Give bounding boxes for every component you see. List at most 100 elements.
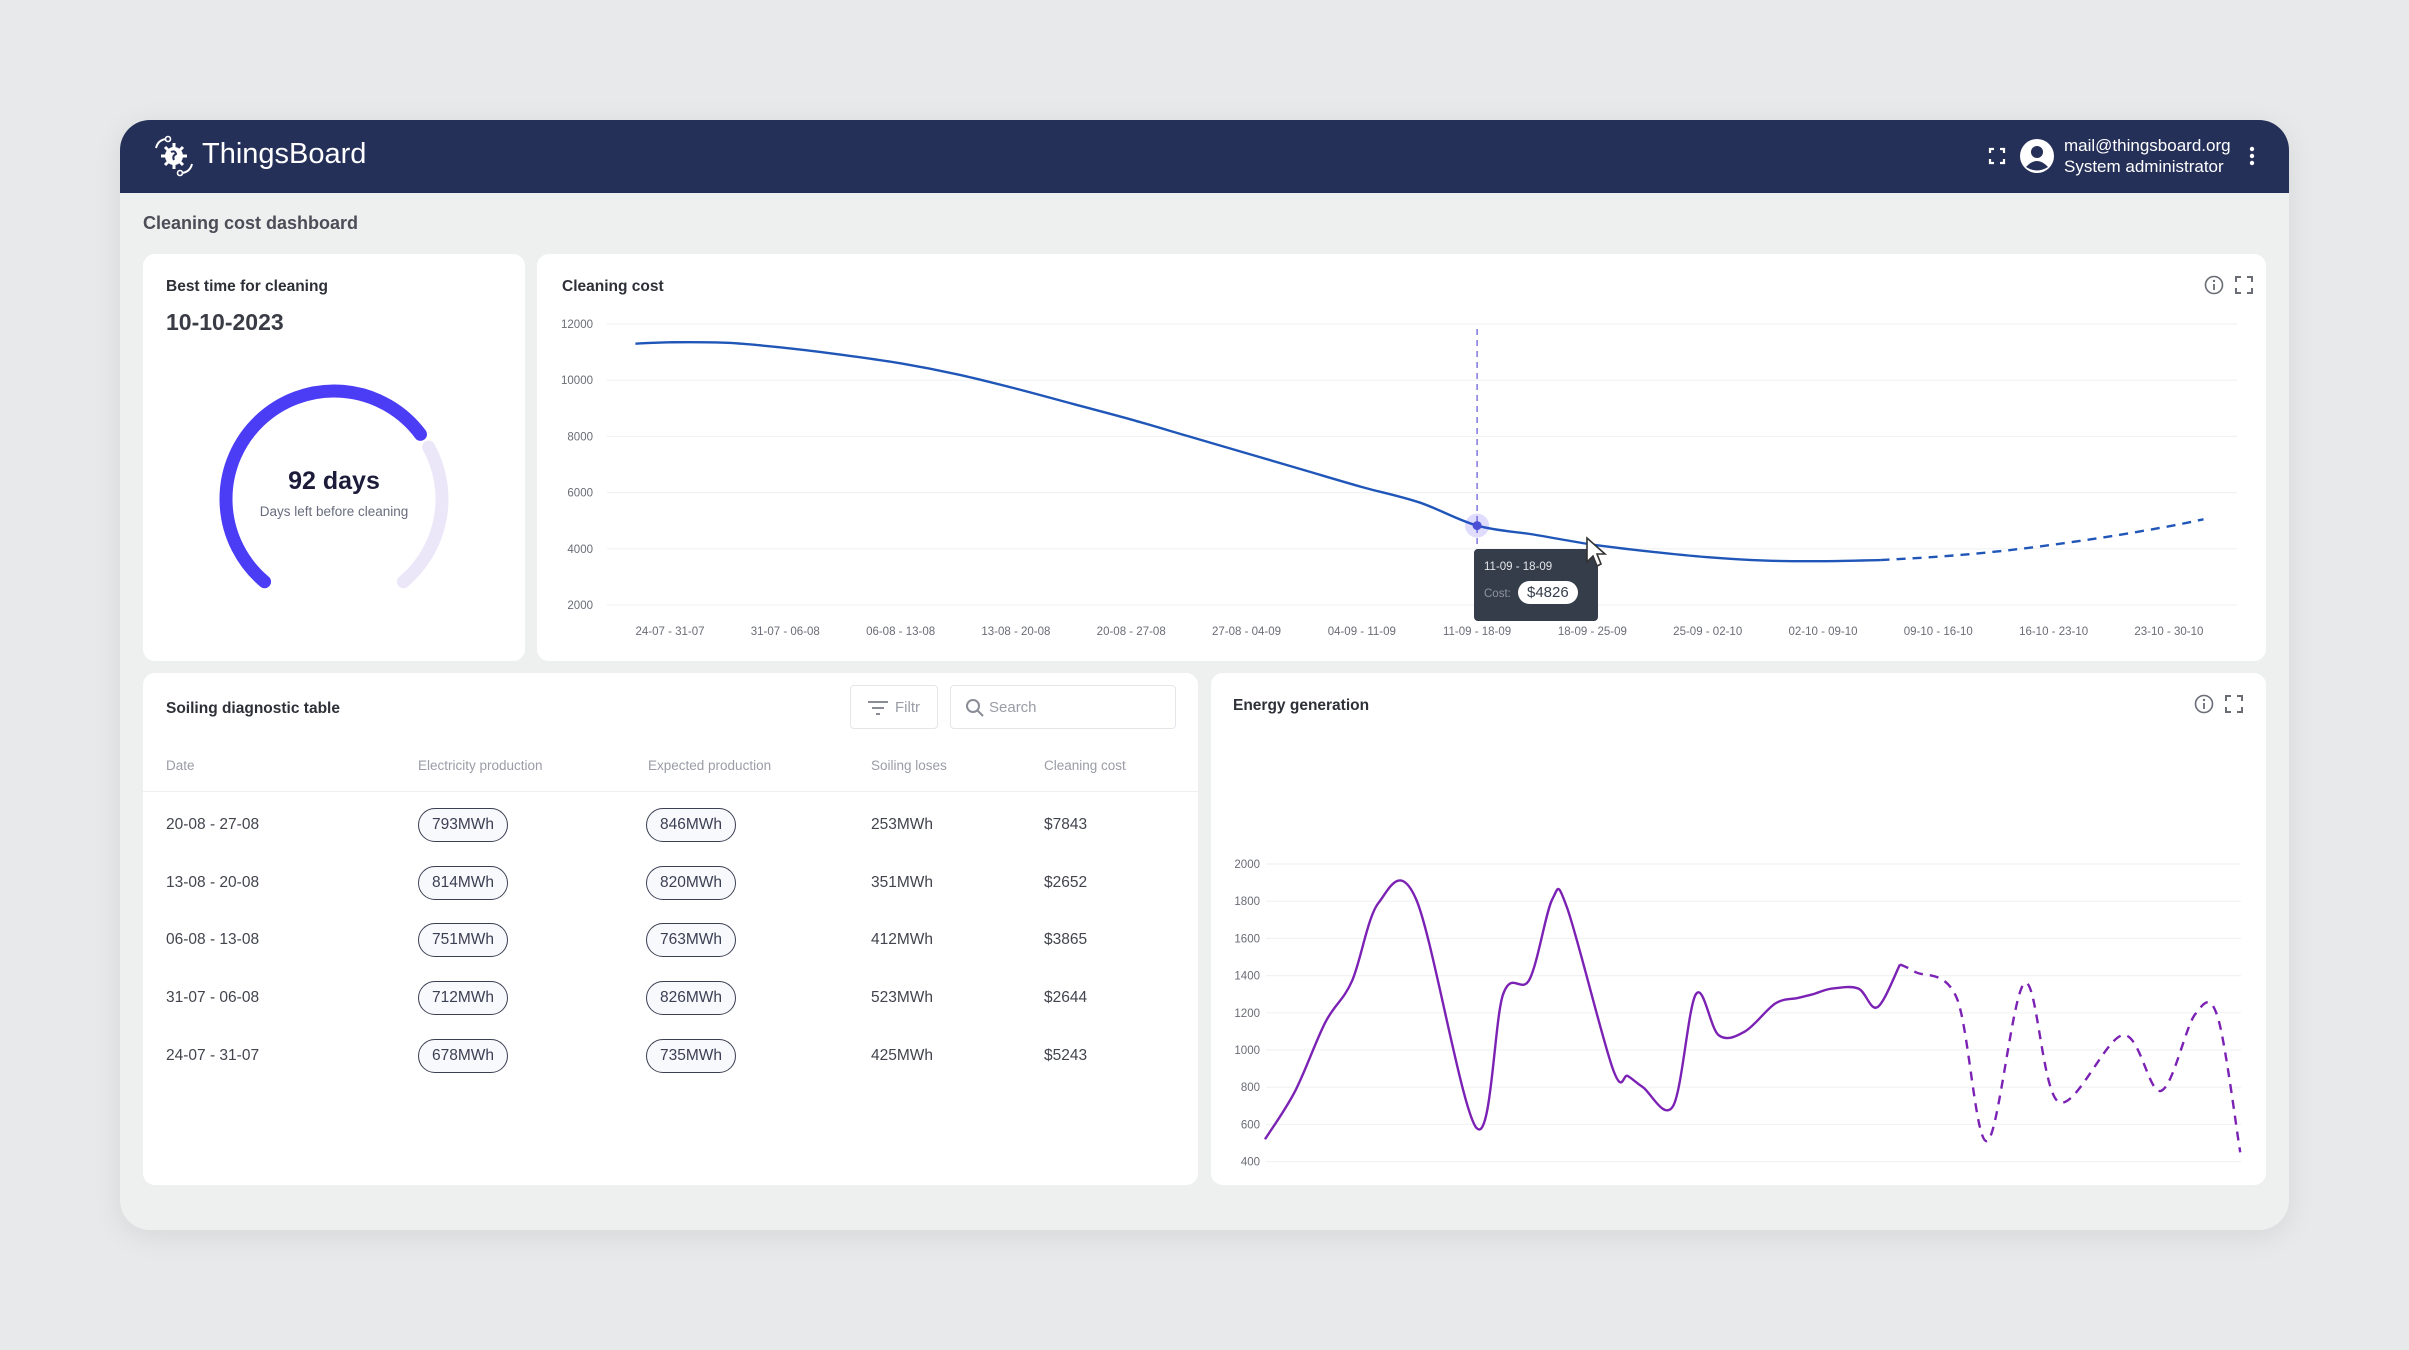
table-row[interactable]: 24-07 - 31-07 678MWh 735MWh 425MWh $5243 — [143, 1039, 1198, 1075]
chip-electricity: 793MWh — [418, 808, 509, 842]
x-tick-label: 24-07 - 31-07 — [635, 626, 704, 638]
user-role: System administrator — [2064, 157, 2224, 176]
x-tick-label: 04-09 - 11-09 — [1328, 626, 1396, 638]
cell-loses: 351MWh — [871, 874, 934, 891]
best-time-card: Best time for cleaning 10-10-2023 92 day… — [143, 254, 525, 661]
x-tick-label: 09-10 - 16-10 — [1904, 626, 1973, 638]
days-value: 92 days — [288, 467, 380, 495]
forecast-series-line — [1880, 518, 2204, 562]
chip-electricity: 678MWh — [418, 1039, 509, 1073]
chip-expected: 826MWh — [646, 981, 737, 1015]
x-tick-label: 20-08 - 27-08 — [1097, 626, 1166, 638]
chip-electricity: 814MWh — [418, 866, 509, 900]
chip-expected: 846MWh — [646, 808, 737, 842]
cell-loses: 523MWh — [871, 989, 934, 1006]
y-tick-label: 1200 — [1234, 1008, 1260, 1020]
series-line — [635, 340, 1881, 563]
cleaning-cost-chart[interactable]: 2000 4000 6000 8000 10000 12000 24-07 - 31-07 3… — [537, 254, 2266, 661]
table-row[interactable]: 20-08 - 27-08 793MWh 846MWh 253MWh $7843 — [143, 808, 1198, 844]
cell-cost: $5243 — [1044, 1047, 1088, 1064]
y-tick-label: 1600 — [1234, 933, 1260, 945]
x-tick-label: 13-08 - 20-08 — [981, 626, 1050, 638]
table-row[interactable]: 06-08 - 13-08 751MWh 763MWh 412MWh $3865 — [143, 923, 1198, 959]
more-vert-icon[interactable] — [2240, 144, 2264, 168]
x-tick-label: 27-08 - 04-09 — [1212, 626, 1281, 638]
series-line — [1263, 879, 1902, 1140]
y-tick-label: 10000 — [561, 375, 593, 387]
highlight-point[interactable] — [1472, 521, 1482, 531]
soiling-table-card: Soiling diagnostic table Filtr Date Elec… — [143, 673, 1198, 1185]
cell-cost: $2652 — [1044, 874, 1088, 891]
filter-icon — [868, 701, 888, 715]
card-title: Soiling diagnostic table — [166, 700, 340, 717]
y-tick-label: 1000 — [1234, 1045, 1260, 1057]
days-label: Days left before cleaning — [259, 504, 409, 519]
cell-date: 31-07 - 06-08 — [166, 989, 260, 1006]
days-gauge — [219, 384, 449, 589]
card-title: Best time for cleaning — [166, 278, 328, 295]
user-email: mail@thingsboard.org — [2064, 136, 2231, 155]
cell-date: 13-08 - 20-08 — [166, 874, 260, 891]
x-tick-label: 31-07 - 06-08 — [751, 626, 820, 638]
column-header-loses[interactable]: Soiling loses — [871, 758, 947, 773]
header-divider — [143, 791, 1198, 792]
chart-tooltip: 11-09 - 18-09 Cost: $4826 — [1474, 549, 1598, 621]
y-tick-label: 600 — [1241, 1119, 1260, 1131]
cell-cost: $7843 — [1044, 816, 1088, 833]
y-tick-label: 8000 — [567, 431, 593, 443]
y-tick-label: 2000 — [1234, 859, 1260, 871]
filter-label: Filtr — [895, 699, 920, 716]
top-bar: ThingsBoard mail@thingsboard.org System … — [120, 120, 2289, 193]
search-input[interactable] — [989, 696, 1169, 718]
chip-electricity: 751MWh — [418, 923, 509, 957]
cell-date: 06-08 - 13-08 — [166, 931, 260, 948]
y-tick-label: 800 — [1241, 1082, 1260, 1094]
y-tick-label: 1400 — [1234, 971, 1260, 983]
y-tick-label: 4000 — [567, 544, 593, 556]
energy-generation-card: Energy generation 0200400600800100012001… — [1211, 673, 2266, 1185]
fullscreen-icon[interactable] — [1985, 144, 2009, 168]
column-header-date[interactable]: Date — [166, 758, 195, 773]
brand-name: ThingsBoard — [202, 138, 367, 170]
chip-expected: 735MWh — [646, 1039, 737, 1073]
tooltip-label: Cost: — [1484, 588, 1511, 600]
tooltip-value: $4826 — [1518, 581, 1578, 604]
chip-expected: 763MWh — [646, 923, 737, 957]
cell-loses: 425MWh — [871, 1047, 934, 1064]
column-header-cost[interactable]: Cleaning cost — [1044, 758, 1126, 773]
filter-button[interactable]: Filtr — [850, 685, 938, 729]
chip-electricity: 712MWh — [418, 981, 509, 1015]
best-date: 10-10-2023 — [166, 309, 284, 335]
cleaning-cost-card: Cleaning cost 2000 4000 6000 8000 10000 12000… — [537, 254, 2266, 661]
mouse-cursor-icon — [1586, 536, 1608, 568]
dashboard-title: Cleaning cost dashboard — [143, 213, 359, 233]
x-tick-label: 18-09 - 25-09 — [1558, 626, 1627, 638]
x-tick-label: 06-08 - 13-08 — [866, 626, 935, 638]
energy-generation-chart[interactable]: 020040060080010001200140016001800200001-… — [1211, 673, 2266, 1185]
column-header-electricity[interactable]: Electricity production — [418, 758, 543, 773]
x-tick-label: 25-09 - 02-10 — [1673, 626, 1742, 638]
cell-loses: 253MWh — [871, 816, 934, 833]
cell-loses: 412MWh — [871, 931, 934, 948]
tooltip-date: 11-09 - 18-09 — [1484, 561, 1553, 573]
x-tick-label: 02-10 - 09-10 — [1788, 626, 1857, 638]
y-tick-label: 400 — [1241, 1157, 1260, 1169]
x-tick-label: 23-10 - 30-10 — [2134, 626, 2203, 638]
cell-date: 20-08 - 27-08 — [166, 816, 260, 833]
search-field[interactable] — [950, 685, 1176, 729]
cell-cost: $2644 — [1044, 989, 1088, 1006]
y-tick-label: 6000 — [567, 488, 593, 500]
table-row[interactable]: 13-08 - 20-08 814MWh 820MWh 351MWh $2652 — [143, 866, 1198, 902]
y-tick-label: 1800 — [1234, 896, 1260, 908]
search-icon — [966, 699, 984, 717]
account-circle-icon[interactable] — [2019, 138, 2055, 174]
chip-expected: 820MWh — [646, 866, 737, 900]
y-tick-label: 2000 — [567, 600, 593, 612]
column-header-expected[interactable]: Expected production — [648, 758, 771, 773]
thingsboard-logo-icon[interactable] — [152, 134, 196, 178]
x-tick-label: 16-10 - 23-10 — [2019, 626, 2088, 638]
table-row[interactable]: 31-07 - 06-08 712MWh 826MWh 523MWh $2644 — [143, 981, 1198, 1017]
cell-date: 24-07 - 31-07 — [166, 1047, 260, 1064]
y-tick-label: 12000 — [561, 319, 593, 331]
cell-cost: $3865 — [1044, 931, 1088, 948]
